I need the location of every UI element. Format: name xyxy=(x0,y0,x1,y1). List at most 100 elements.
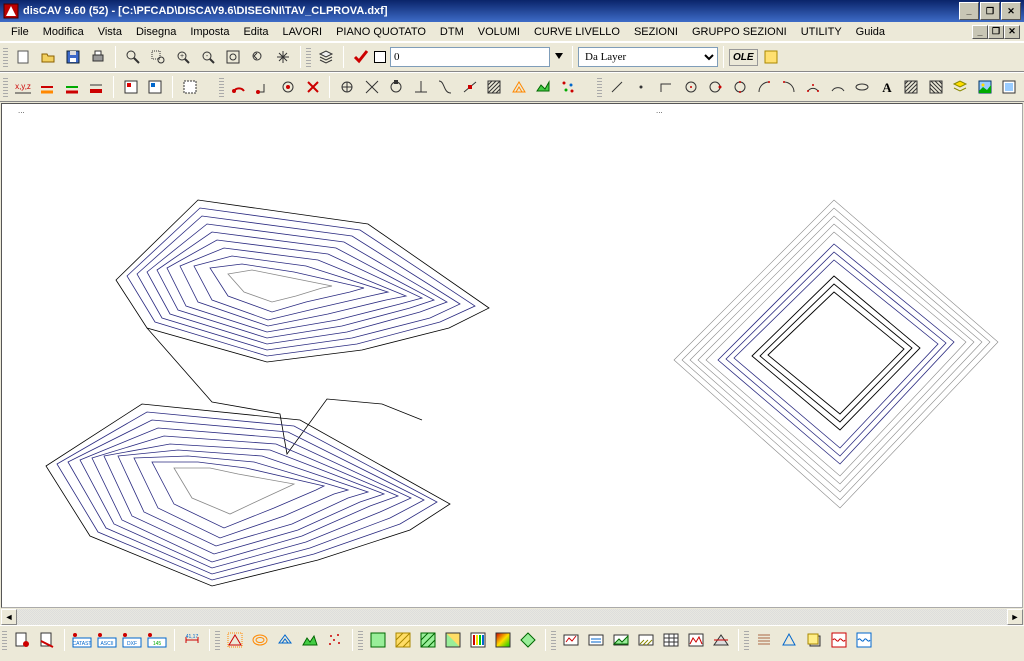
wave-blue-icon[interactable] xyxy=(852,628,876,652)
mesh-3d-icon[interactable] xyxy=(273,628,297,652)
drawing-canvas[interactable]: ... ... xyxy=(1,103,1023,608)
arc-right-icon[interactable] xyxy=(777,75,801,99)
flag-red-icon[interactable] xyxy=(119,75,143,99)
menu-vista[interactable]: Vista xyxy=(91,25,129,39)
layers-yellow-icon[interactable] xyxy=(949,75,973,99)
linestyle-select[interactable]: Da Layer xyxy=(578,47,718,67)
zoom-extents-button[interactable] xyxy=(221,45,245,69)
section-lines-icon[interactable] xyxy=(584,628,608,652)
snap-center-red-icon[interactable] xyxy=(276,75,300,99)
snap-mid-icon[interactable] xyxy=(458,75,482,99)
catasto-icon[interactable]: CATAST xyxy=(70,628,94,652)
color-scale-icon[interactable] xyxy=(491,628,515,652)
terrain-green-icon[interactable] xyxy=(298,628,322,652)
note-icon[interactable] xyxy=(759,45,783,69)
menu-disegna[interactable]: Disegna xyxy=(129,25,183,39)
wave-red-icon[interactable] xyxy=(827,628,851,652)
image-frame-icon[interactable] xyxy=(998,75,1022,99)
hatch-45-icon[interactable] xyxy=(900,75,924,99)
line-yellow-red-icon[interactable] xyxy=(35,75,59,99)
new-button[interactable] xyxy=(11,45,35,69)
menu-lavori[interactable]: LAVORI xyxy=(276,25,330,39)
circle-node-icon[interactable] xyxy=(703,75,727,99)
ole-button[interactable]: OLE xyxy=(729,49,758,66)
arc-left-icon[interactable] xyxy=(752,75,776,99)
zone-tri-green-icon[interactable] xyxy=(416,628,440,652)
ascii-icon[interactable]: ASCII xyxy=(95,628,119,652)
snap-intersect-icon[interactable] xyxy=(360,75,384,99)
snap-node-icon[interactable] xyxy=(335,75,359,99)
line-tool-icon[interactable] xyxy=(605,75,629,99)
hatch-135-icon[interactable] xyxy=(924,75,948,99)
dim-icon[interactable]: 41,17 xyxy=(180,628,204,652)
snap-endpoint-icon[interactable] xyxy=(227,75,251,99)
circle-center-icon[interactable] xyxy=(679,75,703,99)
restore-button[interactable]: ❐ xyxy=(980,2,1000,20)
scroll-left-button[interactable]: ◄ xyxy=(1,609,17,625)
horizontal-scrollbar[interactable]: ◄ ► xyxy=(1,609,1023,625)
arc-tool-icon[interactable] xyxy=(826,75,850,99)
zoom-out-button[interactable]: - xyxy=(196,45,220,69)
profile-chart-icon[interactable] xyxy=(684,628,708,652)
text-tool-icon[interactable]: A xyxy=(875,75,899,99)
menu-gruppo-sezioni[interactable]: GRUPPO SEZIONI xyxy=(685,25,794,39)
circle-point-icon[interactable] xyxy=(728,75,752,99)
menu-piano-quotato[interactable]: PIANO QUOTATO xyxy=(329,25,433,39)
page-crossed-icon[interactable] xyxy=(35,628,59,652)
scroll-right-button[interactable]: ► xyxy=(1007,609,1023,625)
zone-tri-yellow-icon[interactable] xyxy=(391,628,415,652)
section-edit-icon[interactable] xyxy=(559,628,583,652)
section-hatch-icon[interactable] xyxy=(634,628,658,652)
snap-near-icon[interactable] xyxy=(433,75,457,99)
triangles-orange-icon[interactable] xyxy=(507,75,531,99)
menu-sezioni[interactable]: SEZIONI xyxy=(627,25,685,39)
ortho-line-icon[interactable] xyxy=(654,75,678,99)
xyz-button[interactable]: x,y,z xyxy=(11,75,35,99)
triangulate-icon[interactable] xyxy=(223,628,247,652)
menu-dtm[interactable]: DTM xyxy=(433,25,471,39)
table-icon[interactable] xyxy=(659,628,683,652)
menu-guida[interactable]: Guida xyxy=(849,25,892,39)
green-diamond-icon[interactable] xyxy=(516,628,540,652)
snap-tangent-icon[interactable] xyxy=(409,75,433,99)
zone-green-icon[interactable] xyxy=(366,628,390,652)
blue-tri-icon[interactable] xyxy=(777,628,801,652)
menu-curve-livello[interactable]: CURVE LIVELLO xyxy=(527,25,627,39)
menu-modifica[interactable]: Modifica xyxy=(36,25,91,39)
ascii145-icon[interactable]: 145 xyxy=(145,628,169,652)
gradient-bar-icon[interactable] xyxy=(466,628,490,652)
area-green-icon[interactable] xyxy=(532,75,556,99)
section-green-icon[interactable] xyxy=(609,628,633,652)
child-close-button[interactable]: ✕ xyxy=(1004,25,1020,39)
contour-icon[interactable] xyxy=(248,628,272,652)
menu-file[interactable]: File xyxy=(4,25,36,39)
image-icon[interactable] xyxy=(973,75,997,99)
flag-blue-icon[interactable] xyxy=(144,75,168,99)
ellipse-icon[interactable] xyxy=(850,75,874,99)
cross-section-icon[interactable] xyxy=(709,628,733,652)
menu-edita[interactable]: Edita xyxy=(236,25,275,39)
dxf-icon[interactable]: DXF xyxy=(120,628,144,652)
layer-manager-button[interactable] xyxy=(314,45,338,69)
zoom-window-button[interactable] xyxy=(146,45,170,69)
points-red-icon[interactable] xyxy=(323,628,347,652)
layer-dropdown-button[interactable] xyxy=(551,45,567,69)
scroll-track[interactable] xyxy=(17,609,1007,625)
open-button[interactable] xyxy=(36,45,60,69)
zone-tri-mix-icon[interactable] xyxy=(441,628,465,652)
zoom-icon[interactable] xyxy=(121,45,145,69)
save-button[interactable] xyxy=(61,45,85,69)
hatch-icon[interactable] xyxy=(482,75,506,99)
erase-icon[interactable] xyxy=(301,75,325,99)
snap-quad-icon[interactable] xyxy=(384,75,408,99)
snap-perp-icon[interactable] xyxy=(252,75,276,99)
zoom-in-button[interactable]: + xyxy=(171,45,195,69)
zoom-previous-button[interactable] xyxy=(246,45,270,69)
box-shadow-icon[interactable] xyxy=(802,628,826,652)
child-restore-button[interactable]: ❐ xyxy=(988,25,1004,39)
line-mixed-icon[interactable] xyxy=(60,75,84,99)
pan-button[interactable] xyxy=(271,45,295,69)
line-red-icon[interactable] xyxy=(84,75,108,99)
menu-utility[interactable]: UTILITY xyxy=(794,25,849,39)
brown-lines-icon[interactable] xyxy=(752,628,776,652)
